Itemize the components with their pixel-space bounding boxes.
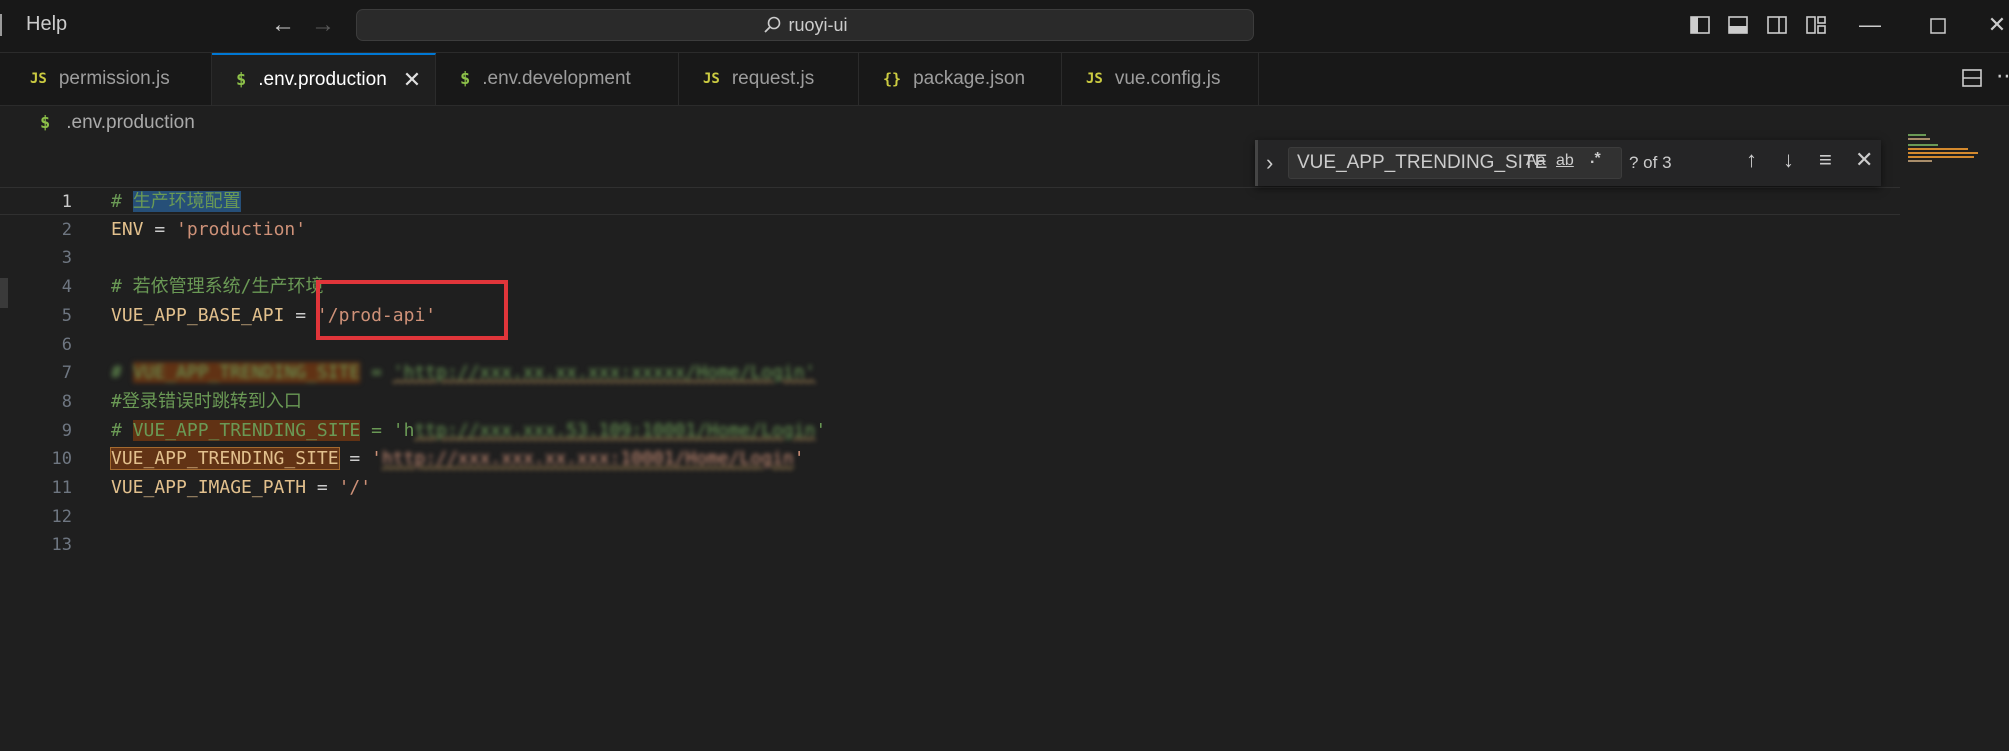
code-line[interactable]: 13 bbox=[0, 531, 1900, 559]
find-result-count: ? of 3 bbox=[1629, 153, 1672, 172]
annotation-highlight-box bbox=[316, 280, 508, 340]
find-widget: › VUE_APP_TRENDING_SITE Aa ab .* ? of 3 … bbox=[1255, 140, 1881, 186]
line-text: VUE_APP_IMAGE_PATH = '/' bbox=[111, 477, 372, 498]
line-number: 6 bbox=[61, 334, 72, 355]
line-number: 2 bbox=[61, 219, 72, 240]
chevron-right-icon[interactable]: › bbox=[1266, 150, 1273, 176]
tab-vue-config-js[interactable]: JS vue.config.js bbox=[1062, 53, 1259, 105]
json-file-icon: {} bbox=[883, 70, 902, 88]
menu-help[interactable]: Help bbox=[26, 13, 67, 36]
command-center-search[interactable]: ruoyi-ui bbox=[356, 9, 1254, 41]
line-text: # VUE_APP_TRENDING_SITE = 'http://xxx.xx… bbox=[111, 362, 816, 384]
tab-label: vue.config.js bbox=[1114, 68, 1221, 89]
menu-edge bbox=[0, 14, 6, 36]
toggle-panel-icon[interactable] bbox=[1727, 14, 1749, 36]
minimize-icon[interactable]: — bbox=[1850, 10, 1890, 40]
code-line[interactable]: 6 bbox=[0, 331, 1900, 359]
tab-label: permission.js bbox=[58, 68, 170, 89]
minimap-line bbox=[1908, 138, 1930, 140]
arrow-right-icon[interactable]: → bbox=[308, 10, 338, 40]
code-line[interactable]: 9 # VUE_APP_TRENDING_SITE = 'http://xxx.… bbox=[0, 417, 1900, 445]
line-number: 7 bbox=[61, 363, 72, 384]
tab-label: .env.production bbox=[258, 69, 387, 90]
line-number: 13 bbox=[51, 535, 72, 556]
customize-layout-icon[interactable] bbox=[1805, 14, 1827, 36]
close-window-icon[interactable]: ✕ bbox=[1985, 10, 2009, 40]
tab-label: package.json bbox=[913, 68, 1026, 89]
line-text: # VUE_APP_TRENDING_SITE = 'http://xxx.xx… bbox=[111, 419, 827, 441]
line-number: 12 bbox=[51, 506, 72, 527]
tab-permission-js[interactable]: JS permission.js bbox=[0, 53, 212, 105]
minimap-line bbox=[1908, 144, 1938, 146]
code-line[interactable]: 11 VUE_APP_IMAGE_PATH = '/' bbox=[0, 474, 1900, 502]
line-number: 8 bbox=[61, 391, 72, 412]
env-file-icon: $ bbox=[236, 70, 247, 90]
arrow-up-icon[interactable]: ↑ bbox=[1746, 147, 1757, 173]
code-line[interactable]: 5 VUE_APP_BASE_API = '/prod-api' bbox=[0, 302, 1900, 330]
regex-icon[interactable]: .* bbox=[1590, 150, 1601, 168]
minimap[interactable] bbox=[1908, 134, 2008, 174]
minimap-line bbox=[1908, 134, 1926, 136]
close-icon[interactable]: ✕ bbox=[403, 67, 421, 93]
arrow-down-icon[interactable]: ↓ bbox=[1783, 147, 1794, 173]
whole-word-icon[interactable]: ab bbox=[1556, 152, 1574, 170]
breadcrumb-file[interactable]: .env.production bbox=[66, 112, 195, 134]
breadcrumb[interactable]: $ .env.production bbox=[40, 110, 195, 136]
command-center-text: ruoyi-ui bbox=[788, 14, 848, 35]
search-icon bbox=[764, 16, 781, 33]
line-number: 11 bbox=[51, 478, 72, 498]
js-file-icon: JS bbox=[30, 71, 47, 87]
match-case-icon[interactable]: Aa bbox=[1526, 152, 1546, 170]
env-file-icon: $ bbox=[40, 113, 51, 133]
minimap-line bbox=[1908, 156, 1974, 158]
tab-env-production[interactable]: $ .env.production ✕ bbox=[212, 53, 436, 105]
line-number: 3 bbox=[61, 248, 72, 269]
code-line[interactable]: 2 ENV = 'production' bbox=[0, 216, 1900, 244]
line-text: #登录错误时跳转到入口 bbox=[111, 390, 302, 412]
arrow-left-icon[interactable]: ← bbox=[268, 10, 298, 40]
minimap-line bbox=[1908, 148, 1968, 150]
split-editor-icon[interactable] bbox=[1961, 67, 1983, 89]
js-file-icon: JS bbox=[703, 71, 720, 87]
code-line[interactable]: 1 # 生产环境配置 bbox=[0, 187, 1900, 215]
more-actions-icon[interactable]: ⋯ bbox=[1996, 63, 2009, 89]
line-number: 9 bbox=[61, 420, 72, 441]
find-in-selection-icon[interactable]: ≡ bbox=[1819, 147, 1832, 173]
minimap-line bbox=[1908, 160, 1932, 162]
title-bar: Help ← → ruoyi-ui — ✕ bbox=[0, 0, 2009, 53]
tab-label: request.js bbox=[731, 68, 815, 89]
tab-env-development[interactable]: $ .env.development bbox=[436, 53, 679, 105]
tab-request-js[interactable]: JS request.js bbox=[679, 53, 859, 105]
toggle-secondary-sidebar-icon[interactable] bbox=[1766, 14, 1788, 36]
line-text: # 若依管理系统/生产环境 bbox=[111, 276, 324, 298]
line-number: 5 bbox=[61, 305, 72, 326]
toggle-primary-sidebar-icon[interactable] bbox=[1689, 14, 1711, 36]
editor-tabs: JS permission.js $ .env.production ✕ $ .… bbox=[0, 53, 2009, 106]
code-line[interactable]: 8 #登录错误时跳转到入口 bbox=[0, 388, 1900, 416]
selected-text: 生产环境配置 bbox=[132, 191, 241, 212]
line-text: VUE_APP_TRENDING_SITE = 'http://xxx.xxx.… bbox=[110, 447, 805, 471]
line-text: # 生产环境配置 bbox=[111, 191, 241, 212]
code-line[interactable]: 4 # 若依管理系统/生产环境 bbox=[0, 273, 1900, 301]
tab-package-json[interactable]: {} package.json bbox=[859, 53, 1062, 105]
tab-label: .env.development bbox=[482, 68, 631, 89]
minimap-line bbox=[1908, 152, 1978, 154]
code-line[interactable]: 3 bbox=[0, 244, 1900, 272]
js-file-icon: JS bbox=[1086, 71, 1103, 87]
code-line[interactable]: 7 # VUE_APP_TRENDING_SITE = 'http://xxx.… bbox=[0, 359, 1900, 387]
maximize-icon[interactable] bbox=[1918, 10, 1958, 40]
line-number: 10 bbox=[51, 449, 72, 470]
line-text: ENV = 'production' bbox=[111, 218, 307, 240]
code-line[interactable]: 12 bbox=[0, 503, 1900, 531]
close-icon[interactable]: ✕ bbox=[1855, 147, 1873, 173]
code-line[interactable]: 10 VUE_APP_TRENDING_SITE = 'http://xxx.x… bbox=[0, 445, 1900, 473]
env-file-icon: $ bbox=[460, 69, 471, 89]
line-number: 1 bbox=[61, 192, 72, 212]
line-number: 4 bbox=[61, 277, 72, 298]
